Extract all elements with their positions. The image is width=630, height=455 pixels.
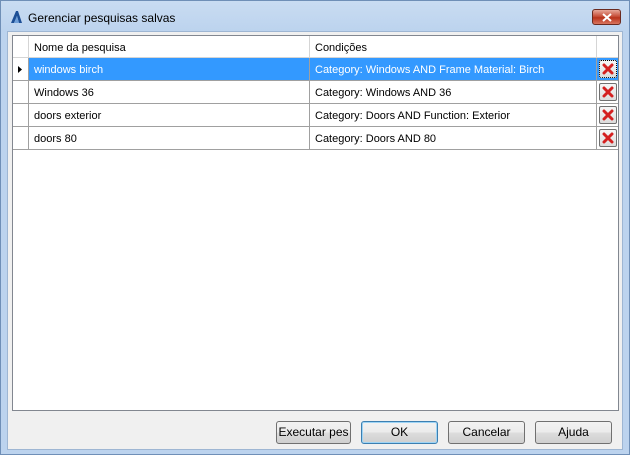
table-row[interactable]: doors exterior Category: Doors AND Funct… — [13, 104, 618, 127]
row-header[interactable] — [13, 127, 29, 150]
column-header-conditions[interactable]: Condições — [310, 36, 597, 58]
dialog-title: Gerenciar pesquisas salvas — [28, 11, 176, 25]
run-search-button[interactable]: Executar pes — [276, 421, 351, 444]
delete-cell — [597, 58, 618, 81]
dialog-body: Nome da pesquisa Condições windows birch… — [7, 31, 623, 450]
column-header-name[interactable]: Nome da pesquisa — [29, 36, 310, 58]
delete-cell — [597, 104, 618, 127]
grid-header: Nome da pesquisa Condições — [13, 36, 618, 59]
table-row[interactable]: Windows 36 Category: Windows AND 36 — [13, 81, 618, 104]
search-name-cell[interactable]: Windows 36 — [29, 81, 310, 104]
delete-search-button[interactable] — [599, 60, 617, 78]
red-x-delete-icon — [602, 132, 614, 144]
close-button[interactable] — [592, 9, 621, 25]
close-icon — [602, 13, 612, 22]
delete-cell — [597, 127, 618, 150]
conditions-cell[interactable]: Category: Windows AND 36 — [310, 81, 597, 104]
red-x-delete-icon — [602, 86, 614, 98]
search-name-cell[interactable]: windows birch — [29, 58, 310, 81]
search-name-cell[interactable]: doors exterior — [29, 104, 310, 127]
conditions-cell[interactable]: Category: Doors AND Function: Exterior — [310, 104, 597, 127]
red-x-delete-icon — [602, 63, 614, 75]
dialog-window: Gerenciar pesquisas salvas Nome da pesqu… — [0, 0, 630, 455]
conditions-cell[interactable]: Category: Doors AND 80 — [310, 127, 597, 150]
title-bar[interactable]: Gerenciar pesquisas salvas — [1, 1, 629, 33]
column-header-delete — [597, 36, 618, 58]
autodesk-logo-icon — [10, 10, 23, 24]
table-row[interactable]: windows birch Category: Windows AND Fram… — [13, 58, 618, 81]
ok-button[interactable]: OK — [361, 421, 438, 444]
conditions-cell[interactable]: Category: Windows AND Frame Material: Bi… — [310, 58, 597, 81]
row-pointer-icon — [18, 66, 22, 73]
search-name-cell[interactable]: doors 80 — [29, 127, 310, 150]
cancel-button[interactable]: Cancelar — [448, 421, 525, 444]
delete-cell — [597, 81, 618, 104]
row-header[interactable] — [13, 104, 29, 127]
row-header[interactable] — [13, 58, 29, 81]
row-header[interactable] — [13, 81, 29, 104]
delete-search-button[interactable] — [599, 129, 617, 147]
table-row[interactable]: doors 80 Category: Doors AND 80 — [13, 127, 618, 150]
red-x-delete-icon — [602, 109, 614, 121]
delete-search-button[interactable] — [599, 83, 617, 101]
delete-search-button[interactable] — [599, 106, 617, 124]
header-corner — [13, 36, 29, 58]
help-button[interactable]: Ajuda — [535, 421, 612, 444]
saved-searches-grid[interactable]: Nome da pesquisa Condições windows birch… — [12, 35, 619, 411]
